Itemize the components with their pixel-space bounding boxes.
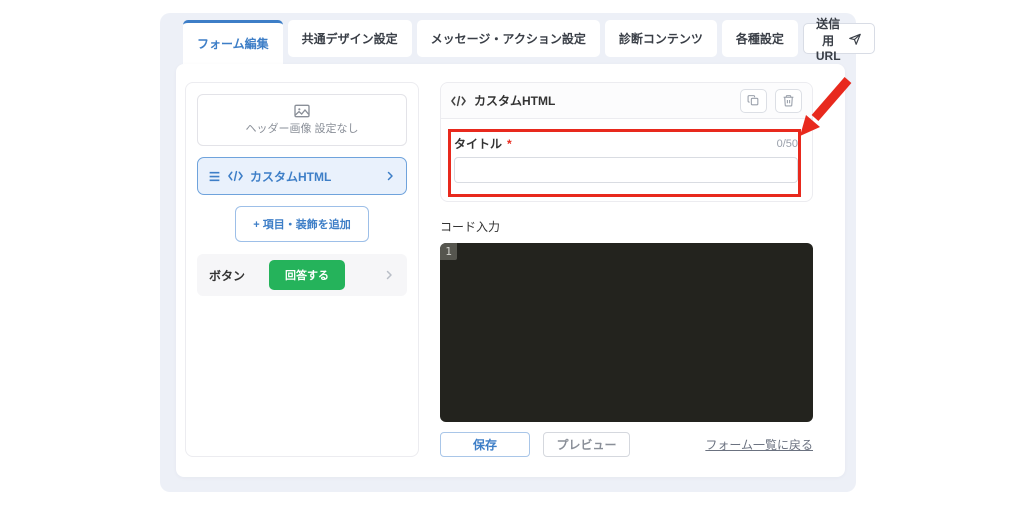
trash-icon (782, 94, 795, 107)
required-mark: * (507, 137, 512, 151)
char-counter: 0/50 (776, 137, 798, 150)
code-input-label: コード入力 (440, 220, 501, 234)
code-editor[interactable]: 1 (440, 243, 813, 422)
form-structure-sidebar: ヘッダー画像 設定なし カスタムHTML + 項目・装飾を追加 ボタン 回答する (185, 82, 419, 457)
header-image-item[interactable]: ヘッダー画像 設定なし (197, 94, 407, 146)
tab-misc-settings[interactable]: 各種設定 (721, 20, 798, 57)
drag-handle-icon[interactable] (208, 170, 221, 183)
send-icon (848, 32, 862, 46)
image-icon (294, 104, 310, 118)
title-field-label: タイトル * (454, 137, 512, 151)
custom-html-block-header: カスタムHTML (441, 83, 812, 119)
save-button[interactable]: 保存 (440, 432, 530, 457)
sidebar-item-custom-html[interactable]: カスタムHTML (197, 157, 407, 195)
custom-html-label: カスタムHTML (250, 169, 332, 184)
send-url-button[interactable]: 送信用URL (802, 17, 875, 63)
code-icon (228, 170, 243, 182)
answer-button[interactable]: 回答する (269, 260, 346, 290)
custom-html-block-body: タイトル * 0/50 (441, 119, 812, 201)
custom-html-editor-panel: カスタムHTML タイトル * 0/50 コード入力 1 保存 プレビュー フォ… (440, 77, 852, 457)
line-number: 1 (440, 243, 457, 260)
delete-button[interactable] (775, 88, 802, 113)
chevron-right-icon (384, 170, 396, 182)
sidebar-item-button[interactable]: ボタン 回答する (197, 254, 407, 296)
tab-message-action[interactable]: メッセージ・アクション設定 (416, 20, 600, 57)
code-icon (451, 95, 466, 107)
preview-button[interactable]: プレビュー (543, 432, 630, 457)
actions-row: 保存 プレビュー フォーム一覧に戻る (440, 432, 813, 457)
title-input[interactable] (454, 157, 798, 183)
back-to-form-list-link[interactable]: フォーム一覧に戻る (705, 436, 813, 453)
content-card: ヘッダー画像 設定なし カスタムHTML + 項目・装飾を追加 ボタン 回答する (176, 64, 852, 477)
block-title: カスタムHTML (474, 94, 556, 108)
custom-html-block: カスタムHTML タイトル * 0/50 (440, 82, 813, 202)
copy-icon (747, 94, 760, 107)
button-row-label: ボタン (209, 268, 246, 283)
tab-bar: フォーム編集 共通デザイン設定 メッセージ・アクション設定 診断コンテンツ 各種… (160, 13, 875, 64)
chevron-right-icon (383, 269, 395, 281)
add-item-button[interactable]: + 項目・装飾を追加 (235, 206, 369, 242)
title-field-label-row: タイトル * 0/50 (454, 135, 798, 152)
tab-common-design[interactable]: 共通デザイン設定 (287, 20, 412, 57)
duplicate-button[interactable] (740, 88, 767, 113)
form-editor-app: フォーム編集 共通デザイン設定 メッセージ・アクション設定 診断コンテンツ 各種… (160, 13, 875, 492)
tab-form-edit[interactable]: フォーム編集 (183, 20, 283, 64)
tab-diagnosis-content[interactable]: 診断コンテンツ (604, 20, 717, 57)
send-url-label: 送信用URL (815, 16, 841, 63)
header-image-label: ヘッダー画像 設定なし (245, 123, 359, 135)
